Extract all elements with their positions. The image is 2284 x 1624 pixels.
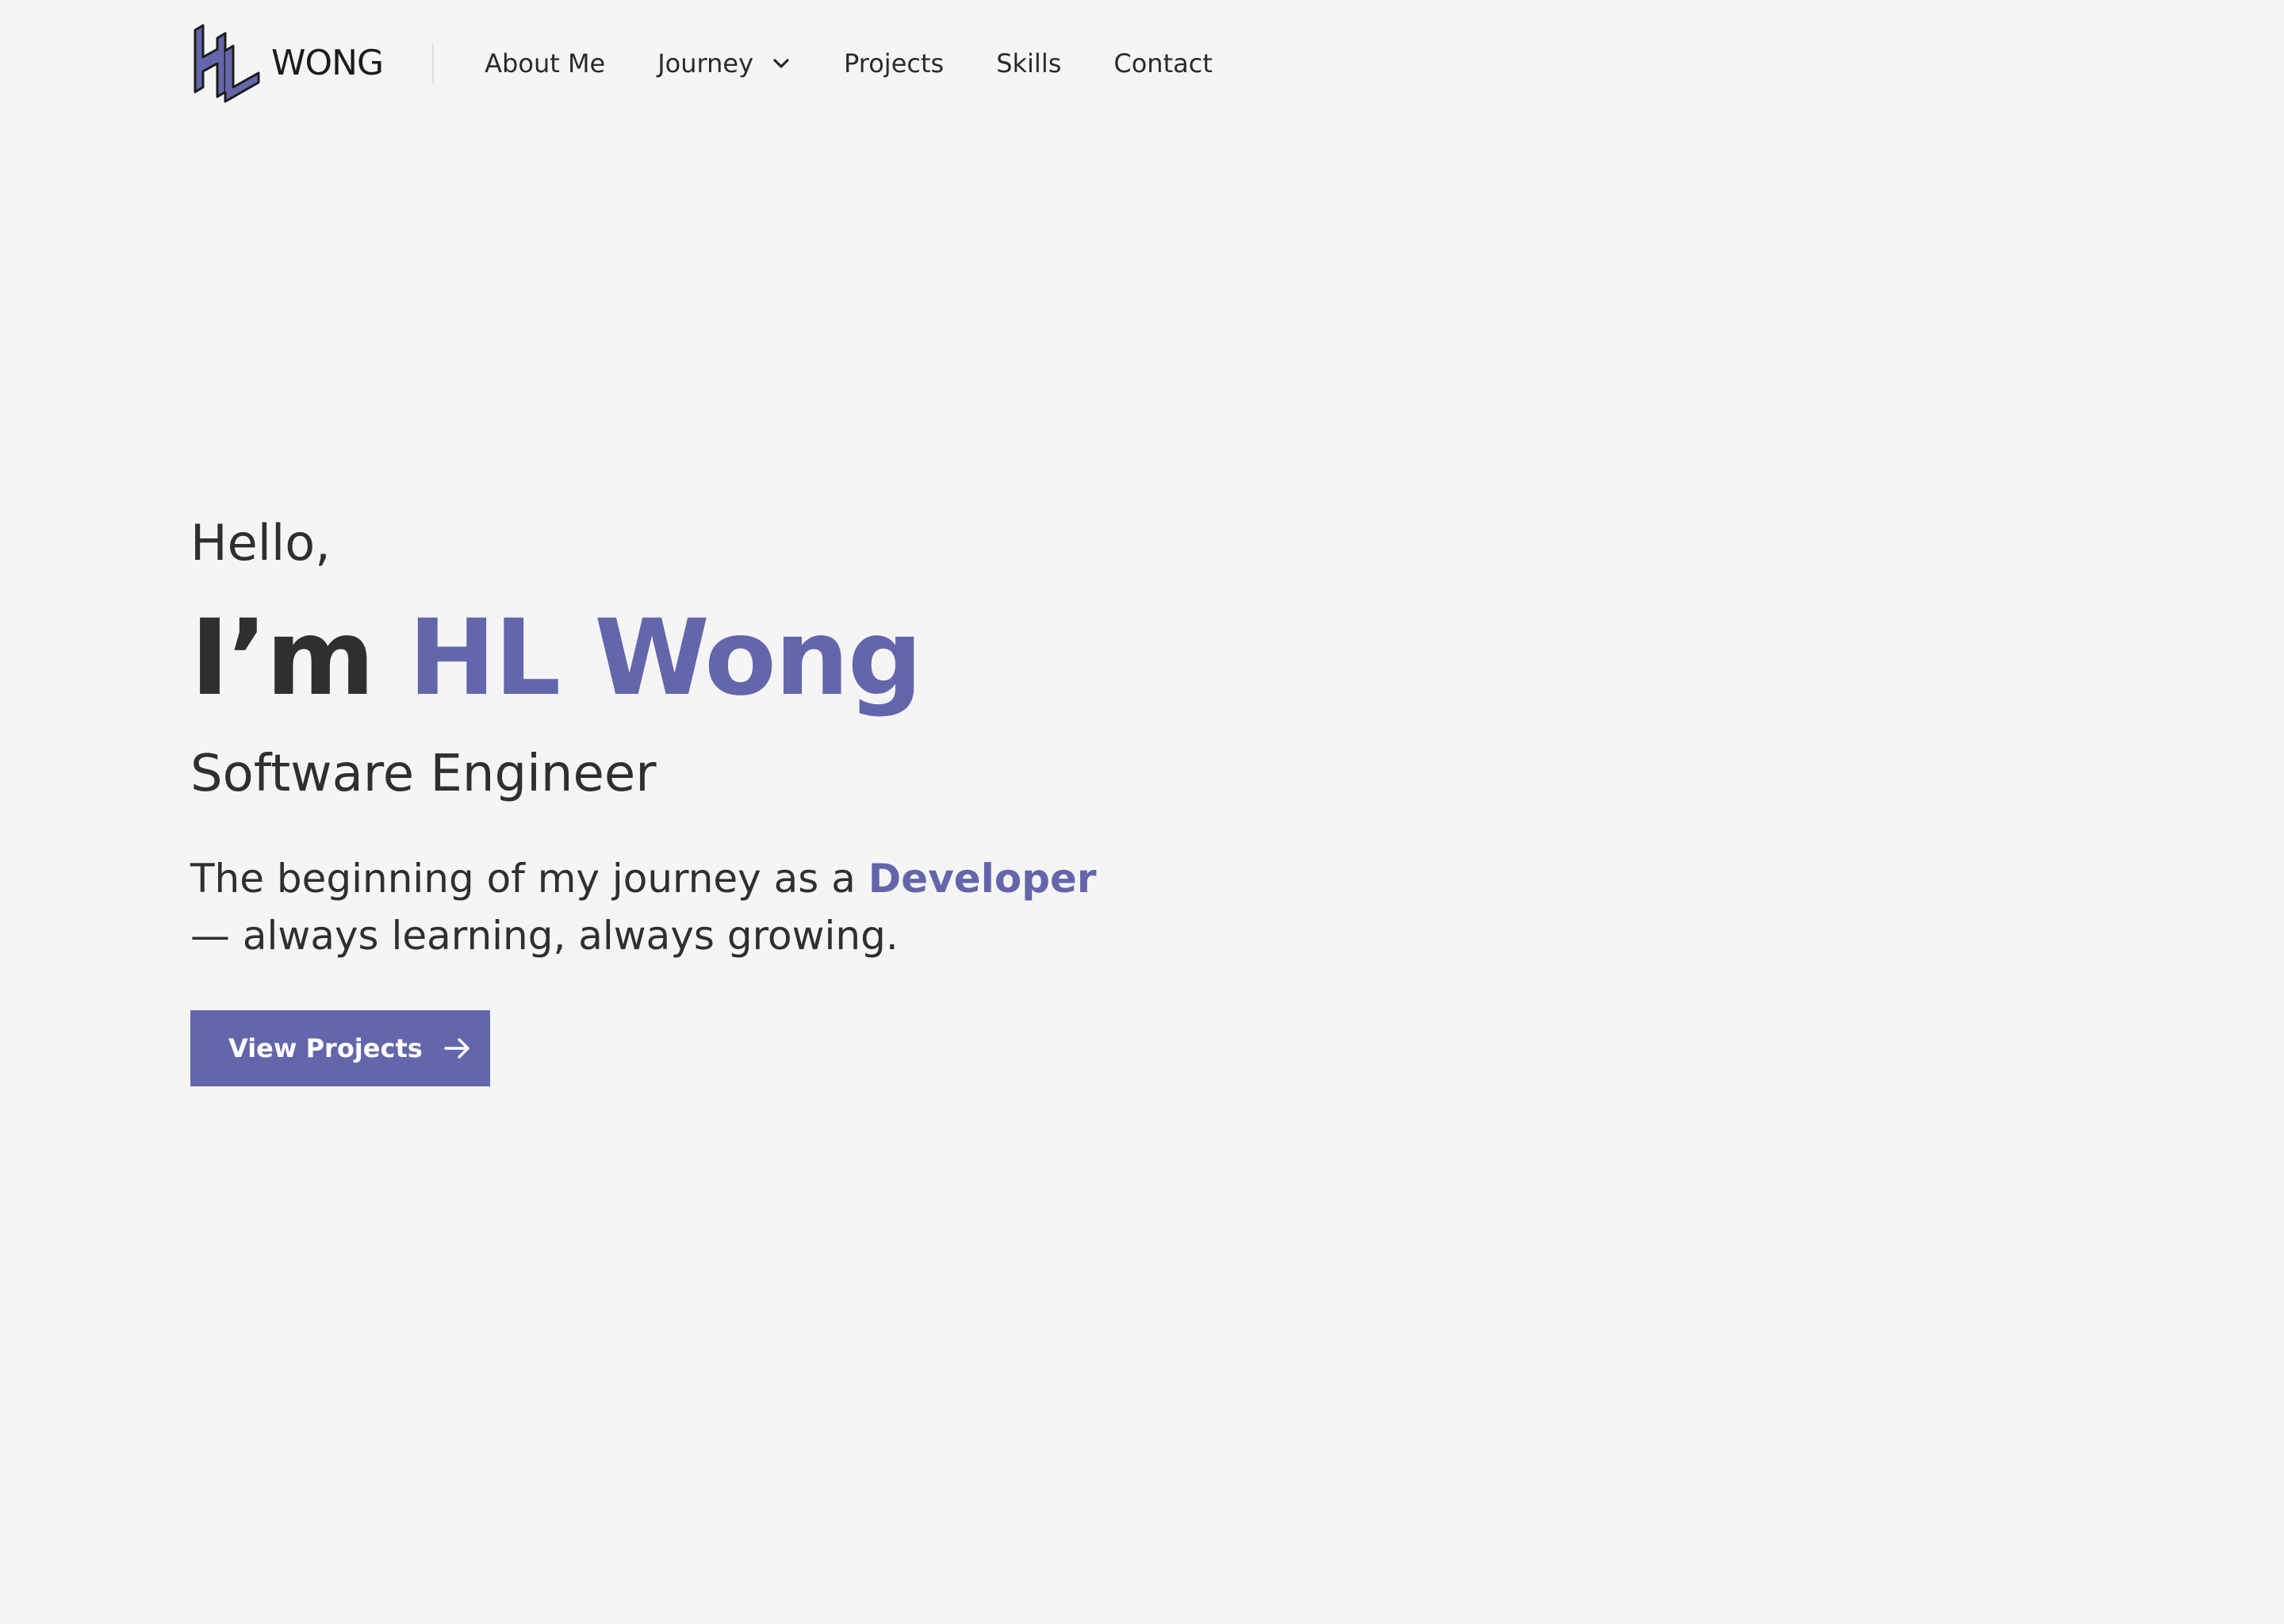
nav-item-label: Skills bbox=[996, 48, 1062, 79]
nav-item-about-me[interactable]: About Me bbox=[485, 51, 605, 76]
hero-section: Hello, I’m HL Wong Software Engineer The… bbox=[190, 508, 1221, 1086]
nav-item-projects[interactable]: Projects bbox=[844, 51, 944, 76]
hero-intro-prefix: I’m bbox=[190, 597, 408, 719]
hl-logo-icon bbox=[194, 24, 260, 103]
nav-item-label: About Me bbox=[485, 48, 606, 79]
header-divider bbox=[432, 44, 435, 83]
nav-item-contact[interactable]: Contact bbox=[1113, 51, 1213, 76]
tagline-text-before: The beginning of my journey as a bbox=[190, 856, 868, 902]
view-projects-button[interactable]: View Projects bbox=[190, 1010, 490, 1086]
nav-item-label: Contact bbox=[1113, 48, 1213, 79]
brand-logo-link[interactable]: WONG bbox=[190, 24, 384, 103]
nav-item-label: Journey bbox=[657, 48, 754, 79]
chevron-down-icon bbox=[773, 59, 789, 68]
tagline-text-after: — always learning, always growing. bbox=[190, 913, 899, 959]
hero-greeting: Hello, bbox=[190, 514, 331, 572]
nav-item-skills[interactable]: Skills bbox=[996, 51, 1061, 76]
site-header: WONG About Me Journey Projects Skills Co… bbox=[190, 24, 1213, 103]
brand-name: WONG bbox=[271, 43, 384, 83]
hero-role: Software Engineer bbox=[190, 745, 657, 803]
arrow-right-icon bbox=[444, 1038, 469, 1059]
main-nav: About Me Journey Projects Skills Contact bbox=[485, 51, 1213, 76]
view-projects-label: View Projects bbox=[228, 1033, 423, 1063]
hero-title: I’m HL Wong bbox=[190, 606, 1221, 710]
tagline-highlight: Developer bbox=[868, 856, 1097, 902]
nav-item-label: Projects bbox=[844, 48, 945, 79]
hero-name: HL Wong bbox=[408, 597, 923, 719]
hero-tagline: The beginning of my journey as a Develop… bbox=[190, 850, 1142, 964]
nav-item-journey[interactable]: Journey bbox=[657, 51, 791, 76]
